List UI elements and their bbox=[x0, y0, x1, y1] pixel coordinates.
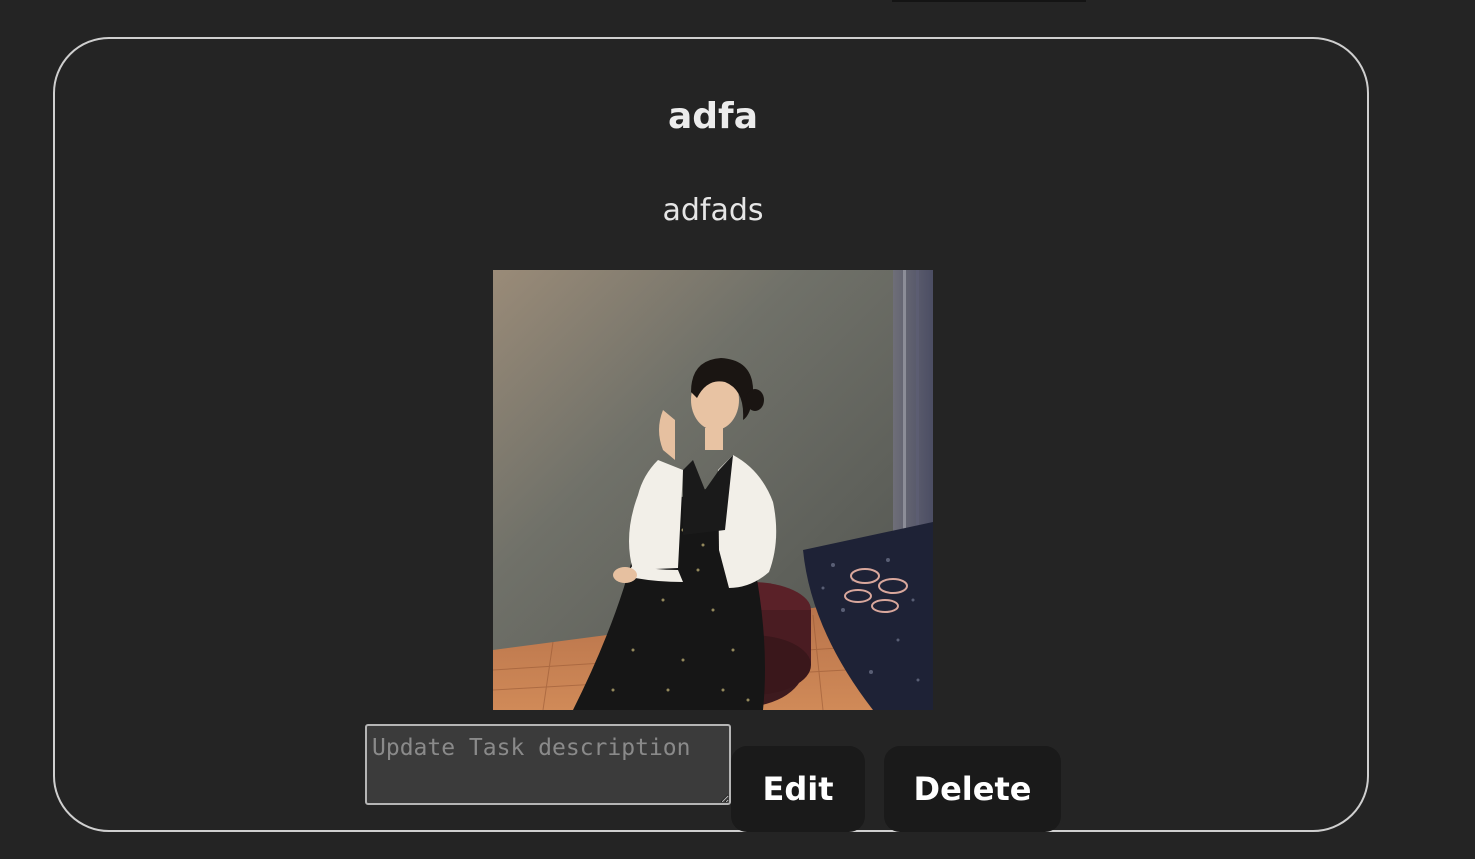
top-tab-edge bbox=[892, 0, 1086, 2]
update-task-description-input[interactable] bbox=[365, 724, 731, 805]
task-image bbox=[493, 270, 933, 710]
task-title: adfa bbox=[667, 96, 759, 137]
task-card: adfa adfads Update Task description Edit… bbox=[53, 37, 1369, 832]
task-description: adfads bbox=[662, 193, 764, 228]
delete-button[interactable]: Delete bbox=[884, 746, 1061, 832]
edit-button[interactable]: Edit bbox=[731, 746, 865, 832]
task-photo-illustration bbox=[493, 270, 933, 710]
